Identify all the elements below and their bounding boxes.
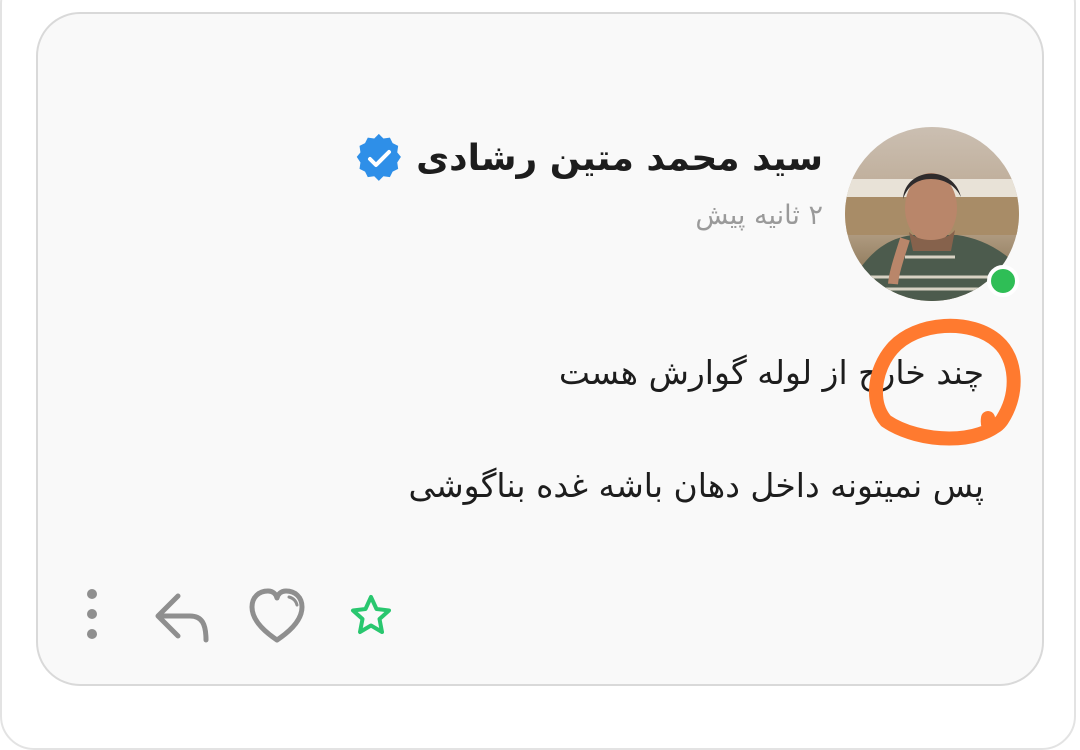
- star-icon[interactable]: [348, 592, 394, 638]
- verified-badge-icon: [356, 133, 402, 181]
- more-options-icon[interactable]: [76, 586, 108, 642]
- heart-icon[interactable]: [244, 584, 310, 646]
- online-status-indicator: [987, 265, 1019, 297]
- post-timestamp: ۲ ثانیه پیش: [695, 200, 823, 231]
- post-actions: [60, 580, 420, 650]
- post-text-line-2: پس نمیتونه داخل دهان باشه غده بناگوشی: [408, 466, 984, 505]
- post-header: سید محمد متین رشادی: [354, 130, 823, 186]
- post-text-line-1: چند خارج از لوله گوارش هست: [558, 353, 984, 392]
- author-name[interactable]: سید محمد متین رشادی: [416, 138, 823, 179]
- reply-icon[interactable]: [148, 584, 214, 646]
- avatar[interactable]: [845, 127, 1019, 301]
